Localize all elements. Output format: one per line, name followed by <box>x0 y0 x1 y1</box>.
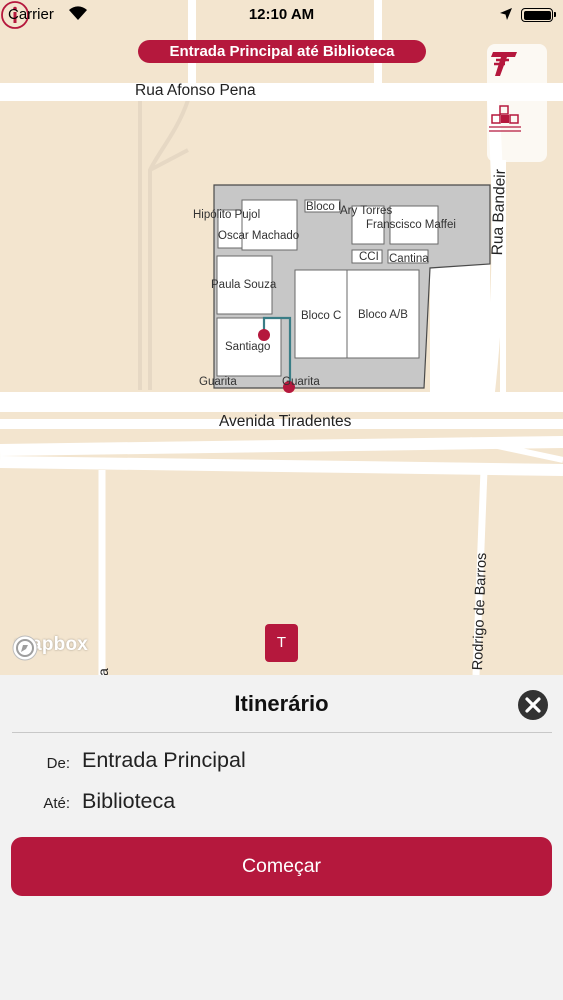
mapbox-logo-icon <box>12 635 38 661</box>
building-label-bloco-ab: Bloco A/B <box>358 309 408 321</box>
status-bar: Carrier 12:10 AM <box>0 0 563 30</box>
location-arrow-icon <box>500 8 512 20</box>
floors-icon <box>489 105 521 132</box>
route-banner: Entrada Principal até Biblioteca <box>138 40 426 63</box>
building-label-bloco-i: Bloco I <box>306 201 342 213</box>
building-label-guarita-left: Guarita <box>199 376 237 388</box>
start-button[interactable]: Começar <box>11 837 552 896</box>
building-label-bloco-c: Bloco C <box>301 310 342 322</box>
mapbox-attribution[interactable]: mapbox <box>11 634 88 661</box>
battery-icon <box>521 8 556 22</box>
itinerary-panel: Itinerário De: Entrada Principal Até: Bi… <box>0 675 563 1000</box>
street-label-rua-bandeira: Rua Bandeir <box>489 168 509 256</box>
floors-button[interactable] <box>487 104 547 162</box>
campus-logo-button[interactable] <box>487 46 547 104</box>
status-time: 12:10 AM <box>248 6 315 23</box>
street-label-avenida-tiradentes: Avenida Tiradentes <box>219 413 352 430</box>
close-icon[interactable] <box>517 689 549 721</box>
from-value[interactable]: Entrada Principal <box>82 748 246 773</box>
to-value[interactable]: Biblioteca <box>82 789 175 814</box>
panel-divider <box>12 732 552 733</box>
to-label: Até: <box>43 795 70 812</box>
building-label-guarita-right: Guarita <box>282 376 320 388</box>
screen: Rua Afonso Pena Avenida Tiradentes Rua B… <box>0 0 563 1000</box>
map-controls <box>487 44 547 162</box>
building-label-cci: CCI <box>359 251 379 263</box>
building-label-santiago: Santiago <box>225 341 271 353</box>
building-label-oscar-machado: Oscar Machado <box>218 230 300 242</box>
building-label-paula-souza: Paula Souza <box>211 279 277 291</box>
current-location-marker[interactable]: T <box>265 624 298 662</box>
building-label-hipolito-pujol: Hipólito Pujol <box>193 209 261 221</box>
from-label: De: <box>46 755 70 772</box>
street-label-fragment: a <box>95 668 111 675</box>
panel-title: Itinerário <box>234 691 329 716</box>
building-label-francisco-maffei: Franscisco Maffei <box>366 219 456 231</box>
building-label-cantina: Cantina <box>389 253 429 265</box>
building-label-ary-torres: Ary Torres <box>340 205 393 217</box>
street-label-rua-afonso-pena: Rua Afonso Pena <box>135 82 256 99</box>
campus-logo-icon <box>491 52 517 76</box>
campus-map[interactable]: Rua Afonso Pena Avenida Tiradentes Rua B… <box>0 0 563 675</box>
